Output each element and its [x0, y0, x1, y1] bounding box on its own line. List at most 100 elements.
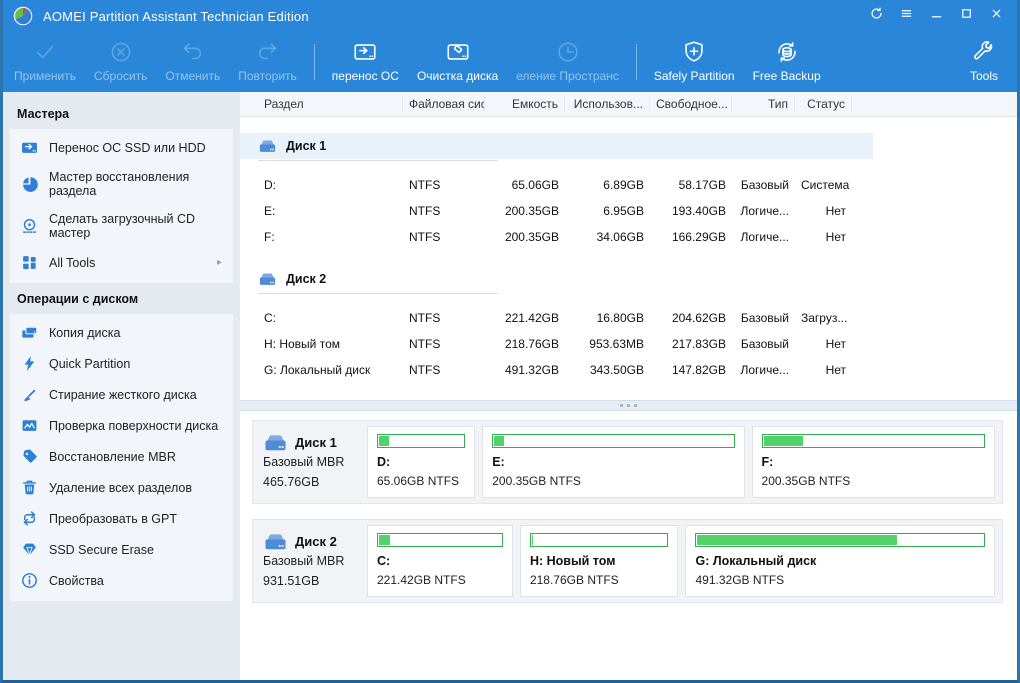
column-header-4[interactable]: Использов...	[565, 97, 650, 111]
toolbar-button-redo[interactable]: Повторить	[229, 32, 306, 90]
toolbar-button-label: Повторить	[238, 69, 297, 83]
cell-fs: NTFS	[403, 204, 485, 218]
partition-row-d[interactable]: D:NTFS65.06GB6.89GB58.17GBБазовыйСистема	[240, 172, 1017, 198]
partition-info: 200.35GB NTFS	[762, 474, 985, 488]
close-icon	[990, 7, 1003, 25]
sidebar-item-label: Копия диска	[49, 326, 120, 340]
partition-row-e[interactable]: E:NTFS200.35GB6.95GB193.40GBЛогиче...Нет	[240, 198, 1017, 224]
toolbar-button-undo[interactable]: Отменить	[156, 32, 229, 90]
toolbar-button-tools[interactable]: Tools	[961, 32, 1007, 90]
sidebar-item-delete-all-partitions[interactable]: Удаление всех разделов	[10, 472, 233, 503]
sidebar-item-properties[interactable]: Свойства	[10, 565, 233, 596]
column-header-3[interactable]: Емкость	[485, 97, 565, 111]
cell-capacity: 218.76GB	[485, 337, 565, 351]
toolbar-button-free-backup[interactable]: Free Backup	[744, 32, 830, 90]
sidebar-item-ssd-secure-erase[interactable]: SSD Secure Erase	[10, 534, 233, 565]
main-panel: РазделФайловая сист...ЕмкостьИспользов..…	[240, 92, 1017, 680]
disk-group-underline	[258, 160, 498, 161]
toolbar-button-safely-partition[interactable]: Safely Partition	[645, 32, 744, 90]
partition-info: 491.32GB NTFS	[695, 573, 985, 587]
disk-group-row[interactable]: Диск 1	[240, 133, 873, 159]
sidebar-item-disk-copy[interactable]: Копия диска	[10, 317, 233, 348]
toolbar-button-migrate-os[interactable]: перенос ОС	[323, 32, 408, 90]
window-close-button[interactable]	[981, 3, 1011, 29]
column-header-7[interactable]: Статус	[795, 97, 852, 111]
toolbar-button-label: Tools	[970, 69, 998, 83]
cell-partition: C:	[258, 311, 403, 325]
partition-block-g[interactable]: G: Локальный диск491.32GB NTFS	[685, 525, 995, 597]
partition-row-g[interactable]: G: Локальный дискNTFS491.32GB343.50GB147…	[240, 357, 1017, 383]
content-area: МастераПеренос ОС SSD или HDDМастер восс…	[3, 92, 1017, 680]
drive-icon	[263, 531, 288, 552]
window-refresh-button[interactable]	[861, 3, 891, 29]
sidebar-item-partition-recovery[interactable]: Мастер восстановления раздела	[10, 163, 233, 205]
toolbar-button-discard[interactable]: Сбросить	[85, 32, 156, 90]
sidebar-item-all-tools[interactable]: All Tools▸	[10, 247, 233, 278]
cell-partition: H: Новый том	[258, 337, 403, 351]
window-menu-button[interactable]	[891, 3, 921, 29]
cell-free: 147.82GB	[650, 363, 732, 377]
sidebar-item-wipe-disk[interactable]: Стирание жесткого диска	[10, 379, 233, 410]
toolbar: Применить Сбросить Отменить Повторить перено…	[3, 32, 1017, 92]
sidebar-item-surface-test[interactable]: Проверка поверхности диска	[10, 410, 233, 441]
partition-info: 221.42GB NTFS	[377, 573, 503, 587]
app-window: AOMEI Partition Assistant Technician Edi…	[0, 0, 1020, 683]
toolbar-button-label: Отменить	[165, 69, 220, 83]
drive-icon	[258, 271, 277, 287]
sidebar-item-migrate-os-wizard[interactable]: Перенос ОС SSD или HDD	[10, 132, 233, 163]
disk-size: 465.76GB	[263, 473, 367, 492]
sb-copy-icon	[21, 324, 38, 341]
usage-bar	[377, 533, 503, 547]
partition-block-d[interactable]: D:65.06GB NTFS	[367, 426, 475, 498]
partition-block-c[interactable]: C:221.42GB NTFS	[367, 525, 513, 597]
sidebar-item-label: All Tools	[49, 256, 95, 270]
aomei-logo-icon	[13, 6, 33, 26]
partition-block-h[interactable]: H: Новый том218.76GB NTFS	[520, 525, 679, 597]
partition-row-c[interactable]: C:NTFS221.42GB16.80GB204.62GBБазовыйЗагр…	[240, 305, 1017, 331]
sidebar-item-convert-to-gpt[interactable]: Преобразовать в GPT	[10, 503, 233, 534]
disk-title: Диск 1	[263, 432, 367, 453]
cell-type: Логиче...	[732, 204, 795, 218]
sb-alltools-icon	[21, 254, 38, 271]
cell-fs: NTFS	[403, 337, 485, 351]
disk-info[interactable]: Диск 2Базовый MBR931.51GB	[253, 531, 367, 591]
column-header-5[interactable]: Свободное...	[650, 97, 732, 111]
sidebar-item-bootable-cd[interactable]: Сделать загрузочный CD мастер	[10, 205, 233, 247]
sidebar-item-rebuild-mbr[interactable]: Восстановление MBR	[10, 441, 233, 472]
window-maximize-button[interactable]	[951, 3, 981, 29]
cell-status: Загруз...	[795, 311, 852, 325]
shield-plus-icon	[681, 39, 707, 65]
drive-icon	[258, 138, 277, 154]
toolbar-spacer	[830, 32, 961, 90]
toolbar-button-apply[interactable]: Применить	[5, 32, 85, 90]
sidebar-item-quick-partition[interactable]: Quick Partition	[10, 348, 233, 379]
column-header-2[interactable]: Файловая сист...	[403, 97, 485, 111]
partition-block-f[interactable]: F:200.35GB NTFS	[752, 426, 995, 498]
sidebar-item-label: Quick Partition	[49, 357, 130, 371]
partition-block-e[interactable]: E:200.35GB NTFS	[482, 426, 744, 498]
disk-partitions: C:221.42GB NTFSH: Новый том218.76GB NTFS…	[367, 525, 996, 597]
toolbar-button-split-space[interactable]: еление Пространс	[507, 32, 628, 90]
disk-group-row[interactable]: Диск 2	[240, 266, 873, 292]
disk-info[interactable]: Диск 1Базовый MBR465.76GB	[253, 432, 367, 492]
partition-row-h[interactable]: H: Новый томNTFS218.76GB953.63MB217.83GB…	[240, 331, 1017, 357]
cell-used: 6.95GB	[565, 204, 650, 218]
undo-icon	[180, 39, 206, 65]
clock-icon	[555, 39, 581, 65]
window-minimize-button[interactable]	[921, 3, 951, 29]
cell-used: 343.50GB	[565, 363, 650, 377]
disk-style: Базовый MBR	[263, 552, 367, 571]
toolbar-button-disk-cleanup[interactable]: Очистка диска	[408, 32, 507, 90]
refresh-icon	[870, 7, 883, 25]
disk-title: Диск 2	[263, 531, 367, 552]
usage-bar-fill	[532, 535, 533, 545]
splitter-handle[interactable]	[240, 400, 1017, 411]
cell-fs: NTFS	[403, 230, 485, 244]
cell-type: Базовый	[732, 311, 795, 325]
cell-partition: F:	[258, 230, 403, 244]
partition-row-f[interactable]: F:NTFS200.35GB34.06GB166.29GBЛогиче...Не…	[240, 224, 1017, 250]
discard-icon	[108, 39, 134, 65]
toolbar-button-label: Сбросить	[94, 69, 147, 83]
column-header-1[interactable]: Раздел	[258, 97, 403, 111]
column-header-6[interactable]: Тип	[732, 97, 795, 111]
